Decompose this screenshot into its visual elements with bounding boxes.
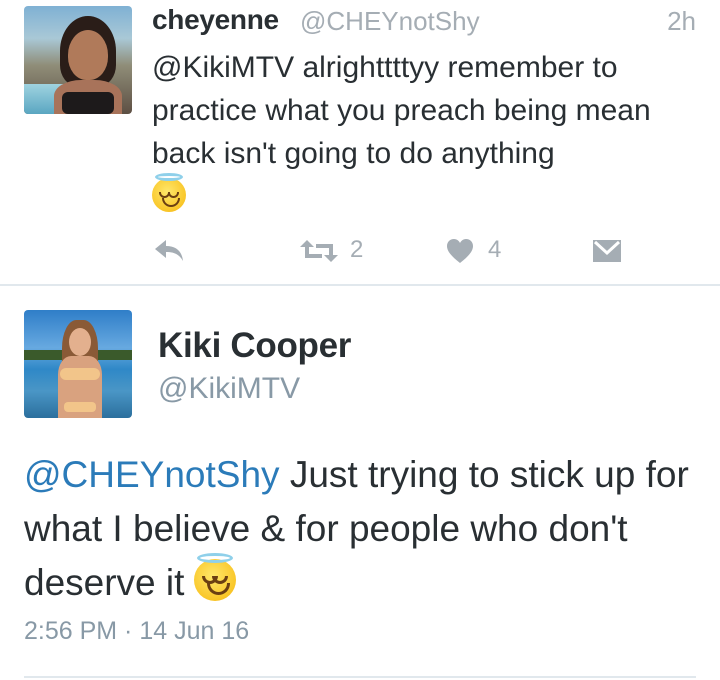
direct-message-icon[interactable] bbox=[592, 238, 622, 264]
tweet-timestamp: 2:56 PM · 14 Jun 16 bbox=[24, 617, 250, 645]
retweet-count: 2 bbox=[350, 236, 364, 263]
tweet-time[interactable]: 2h bbox=[667, 6, 696, 37]
user-handle[interactable]: @CHEYnotShy bbox=[300, 6, 480, 37]
tweet-text: @CHEYnotShy Just trying to stick up for … bbox=[24, 448, 696, 610]
smiling-face-with-halo-icon bbox=[152, 173, 186, 212]
avatar-clothing bbox=[62, 92, 114, 114]
avatar-cheyenne[interactable] bbox=[24, 6, 132, 114]
avatar-clothing-bottom bbox=[64, 402, 96, 412]
avatar-kiki-cooper[interactable] bbox=[24, 310, 132, 418]
avatar-clothing bbox=[60, 368, 100, 380]
retweet-icon[interactable] bbox=[298, 238, 340, 264]
avatar-face bbox=[69, 328, 91, 356]
smiling-face-with-halo-icon bbox=[194, 553, 237, 601]
display-name[interactable]: Kiki Cooper bbox=[158, 326, 351, 366]
display-name[interactable]: cheyenne bbox=[152, 4, 279, 36]
tweet-text: @KikiMTV alrighttttyy remember to practi… bbox=[152, 51, 651, 170]
heart-icon[interactable] bbox=[446, 238, 474, 264]
tweet-divider bbox=[0, 284, 720, 286]
mention-link[interactable]: @CHEYnotShy bbox=[24, 454, 280, 495]
tweet-divider bbox=[24, 676, 696, 678]
tweet-actions: 2 4 bbox=[0, 232, 720, 268]
user-handle[interactable]: @KikiMTV bbox=[158, 372, 300, 406]
avatar-face bbox=[68, 30, 108, 80]
like-count: 4 bbox=[488, 236, 502, 263]
reply-icon[interactable] bbox=[152, 236, 186, 264]
